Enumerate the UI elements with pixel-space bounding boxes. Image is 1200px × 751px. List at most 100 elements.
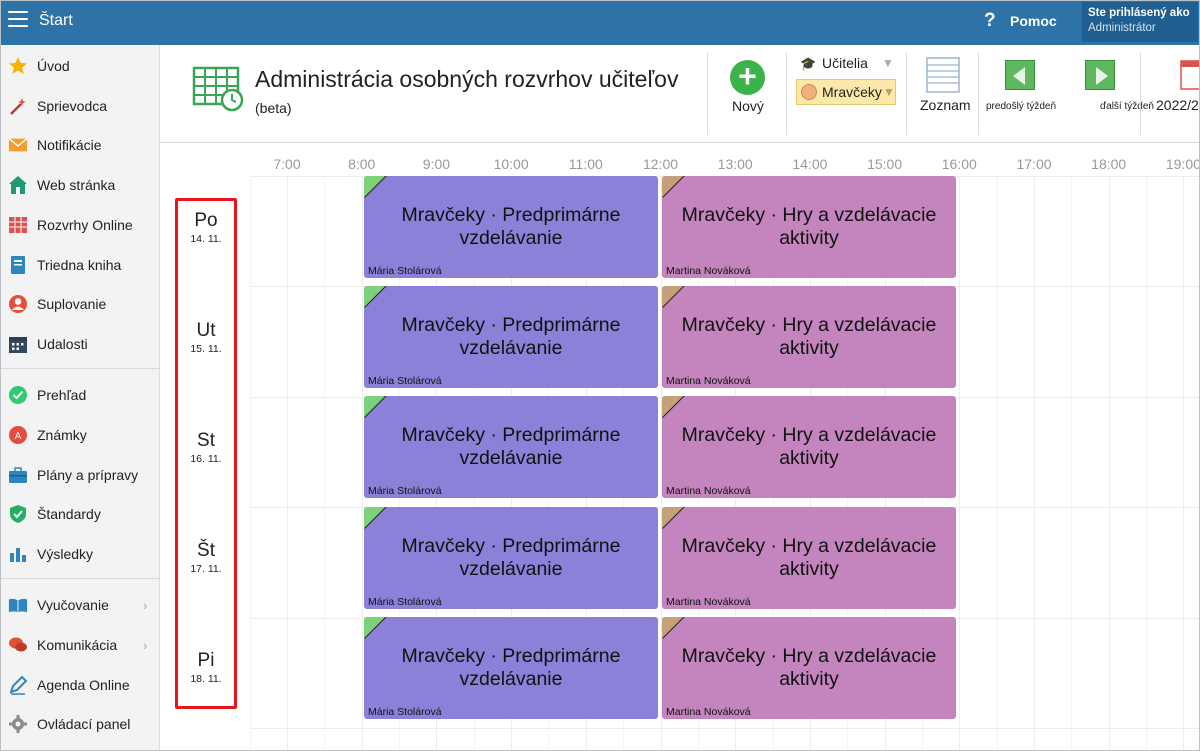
lesson-title: Mravčeky · Predprimárne vzdelávanie: [401, 424, 621, 469]
sidebar-item-notifikacie[interactable]: Notifikácie: [0, 127, 159, 163]
half-hour-gridline: [996, 176, 998, 751]
lesson-teacher: Martina Nováková: [666, 375, 751, 387]
sidebar-item-agenda[interactable]: Agenda Online: [0, 667, 159, 703]
prev-week-button[interactable]: [1005, 60, 1035, 90]
hour-label: 15:00: [867, 156, 903, 172]
day-date: 16. 11.: [190, 453, 222, 465]
top-bar: Štart ? Pomoc Ste prihlásený ako Adminis…: [0, 0, 1200, 45]
help-link[interactable]: Pomoc: [1010, 13, 1057, 29]
sidebar-item-label: Udalosti: [37, 336, 88, 352]
hour-gridline: [287, 176, 288, 751]
list-icon[interactable]: [925, 57, 961, 98]
lesson-card[interactable]: Mravčeky · Hry a vzdelávacie aktivity Mar…: [662, 286, 956, 388]
sidebar-divider: [0, 368, 159, 369]
day-date: 18. 11.: [190, 673, 222, 685]
menu-icon[interactable]: [8, 11, 28, 29]
grade-icon: A: [8, 425, 28, 445]
chevron-right-icon: ›: [143, 597, 148, 613]
lesson-teacher: Mária Stolárová: [368, 596, 442, 608]
sidebar-item-label: Vyučovanie: [37, 597, 109, 613]
hour-label: 12:00: [642, 156, 679, 172]
lesson-title: Mravčeky · Predprimárne vzdelávanie: [401, 535, 621, 580]
page-subtitle: (beta): [255, 100, 292, 116]
sidebar-item-vysledky[interactable]: Výsledky: [0, 536, 159, 572]
lesson-card[interactable]: Mravčeky · Predprimárne vzdelávanie Mária…: [364, 617, 658, 719]
day-label: St 16. 11.: [178, 430, 234, 465]
house-icon: [8, 175, 28, 195]
lesson-card[interactable]: Mravčeky · Hry a vzdelávacie aktivity Mar…: [662, 396, 956, 498]
sidebar-item-ovladaci-panel[interactable]: Ovládací panel: [0, 706, 159, 742]
sidebar-item-label: Komunikácia: [37, 637, 118, 653]
sidebar-item-komunikacia[interactable]: Komunikácia ›: [0, 627, 159, 663]
sidebar: Úvod Sprievodca Notifikácie Web stránka …: [0, 45, 160, 751]
sidebar-item-web[interactable]: Web stránka: [0, 167, 159, 203]
list-button[interactable]: Zoznam: [920, 97, 971, 113]
lesson-card[interactable]: Mravčeky · Predprimárne vzdelávanie Mária…: [364, 176, 658, 278]
lesson-card[interactable]: Mravčeky · Predprimárne vzdelávanie Mária…: [364, 396, 658, 498]
school-year-select[interactable]: 2022/2: [1156, 97, 1199, 113]
sidebar-item-udalosti[interactable]: Udalosti: [0, 326, 159, 362]
day-date: 14. 11.: [190, 233, 222, 245]
sidebar-divider: [0, 578, 159, 579]
app-title[interactable]: Štart: [39, 12, 73, 30]
lesson-card[interactable]: Mravčeky · Hry a vzdelávacie aktivity Mar…: [662, 176, 956, 278]
next-week-label[interactable]: ďalší týždeň: [1100, 101, 1154, 112]
lesson-teacher: Mária Stolárová: [368, 265, 442, 277]
sidebar-item-triedna-kniha[interactable]: Triedna kniha: [0, 247, 159, 283]
sidebar-item-standardy[interactable]: Štandardy: [0, 496, 159, 532]
timetable-icon: [8, 215, 28, 235]
hour-gridline: [1108, 176, 1110, 751]
toolbar-divider: [1140, 53, 1141, 135]
lesson-title: Mravčeky · Hry a vzdelávacie aktivity: [681, 645, 937, 690]
teachers-select[interactable]: 🎓 Učitelia ▼: [800, 55, 897, 75]
hour-label: 19:00: [1165, 156, 1200, 172]
year-calendar-icon[interactable]: [1180, 59, 1200, 96]
new-button-label[interactable]: Nový: [732, 98, 764, 114]
shield-icon: [8, 504, 28, 524]
class-select[interactable]: Mravčeky ▼: [796, 79, 896, 105]
sidebar-item-uvod[interactable]: Úvod: [0, 48, 159, 84]
lesson-card[interactable]: Mravčeky · Predprimárne vzdelávanie Mária…: [364, 286, 658, 388]
hour-label: 16:00: [941, 156, 977, 172]
sidebar-item-label: Ovládací panel: [37, 716, 131, 732]
toolbar-divider: [707, 53, 708, 135]
chevron-right-icon: ›: [143, 637, 148, 653]
lesson-card[interactable]: Mravčeky · Predprimárne vzdelávanie Mária…: [364, 507, 658, 609]
day-name: Po: [194, 210, 218, 231]
bar-chart-icon: [8, 544, 28, 564]
lesson-teacher: Mária Stolárová: [368, 706, 442, 718]
lesson-teacher: Martina Nováková: [666, 485, 751, 497]
sidebar-item-label: Notifikácie: [37, 137, 102, 153]
hour-label: 8:00: [348, 156, 376, 172]
sidebar-item-sprievodca[interactable]: Sprievodca: [0, 88, 159, 124]
next-week-button[interactable]: [1085, 60, 1115, 90]
half-hour-gridline: [1071, 176, 1073, 751]
sidebar-item-rozvrhy[interactable]: Rozvrhy Online: [0, 207, 159, 243]
hour-label: 17:00: [1016, 156, 1052, 172]
star-icon: [8, 56, 28, 76]
sidebar-item-suplovanie[interactable]: Suplovanie: [0, 286, 159, 322]
day-label: Št 17. 11.: [178, 540, 234, 575]
hour-gridline: [361, 176, 363, 751]
day-date: 15. 11.: [190, 343, 222, 355]
gear-icon: [8, 714, 28, 734]
class-avatar-icon: [801, 84, 817, 100]
sidebar-item-plany[interactable]: Plány a prípravy: [0, 457, 159, 493]
lesson-card[interactable]: Mravčeky · Hry a vzdelávacie aktivity Mar…: [662, 507, 956, 609]
lesson-teacher: Martina Nováková: [666, 265, 751, 277]
page-title: Administrácia osobných rozvrhov učiteľov: [255, 66, 679, 92]
sidebar-item-znamky[interactable]: A Známky: [0, 417, 159, 453]
prev-week-label[interactable]: predošlý týždeň: [986, 101, 1056, 112]
check-circle-icon: [8, 385, 28, 405]
sidebar-item-vyucovanie[interactable]: Vyučovanie ›: [0, 587, 159, 623]
sidebar-item-prehlad[interactable]: Prehľad: [0, 377, 159, 413]
new-button[interactable]: +: [730, 60, 765, 95]
user-box[interactable]: Ste prihlásený ako Administrátor: [1082, 2, 1198, 42]
lesson-title: Mravčeky · Hry a vzdelávacie aktivity: [681, 314, 937, 359]
sidebar-item-label: Agenda Online: [37, 677, 130, 693]
user-role: Administrátor: [1088, 22, 1156, 34]
hour-label: 10:00: [493, 156, 529, 172]
arrow-right-icon: [1096, 67, 1108, 85]
lesson-card[interactable]: Mravčeky · Hry a vzdelávacie aktivity Mar…: [662, 617, 956, 719]
question-icon[interactable]: ?: [984, 10, 996, 32]
